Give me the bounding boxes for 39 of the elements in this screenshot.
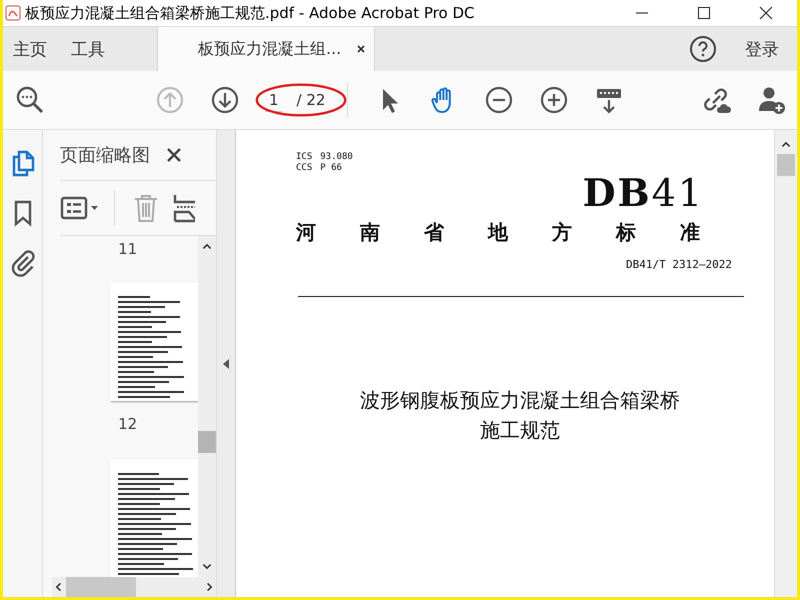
standard-code-mark: DB41: [582, 173, 704, 213]
standard-number: DB41/T 2312—2022: [626, 258, 732, 271]
document-title: 波形钢腹板预应力混凝土组合箱梁桥: [360, 387, 680, 414]
ics-code: 93.080: [320, 152, 353, 162]
page-thumbnail[interactable]: [110, 282, 198, 400]
scrollbar[interactable]: [774, 130, 797, 597]
add-user-icon[interactable]: [757, 85, 787, 115]
help-icon[interactable]: [689, 35, 717, 63]
document-tab[interactable]: 板预应力混凝土组...: [157, 27, 375, 71]
tab-label: 板预应力混凝土组...: [198, 38, 342, 60]
ics-label: ICS: [296, 152, 312, 162]
scroll-thumb[interactable]: [198, 430, 216, 453]
sign-in-button[interactable]: 登录: [745, 27, 797, 71]
zoom-in-icon[interactable]: [539, 85, 570, 115]
page-thumbnail[interactable]: [110, 458, 198, 577]
zoom-out-icon[interactable]: [484, 85, 514, 115]
scroll-thumb[interactable]: [66, 577, 136, 597]
page-count: / 22: [296, 91, 326, 109]
page-label: 11: [118, 240, 138, 258]
nav-tab[interactable]: 工具: [59, 27, 117, 71]
page-number-field[interactable]: 1: [265, 88, 283, 112]
document-title: 施工规范: [480, 417, 560, 444]
window-title: 板预应力混凝土组合箱梁桥施工规范.pdf - Adobe Acrobat Pro DC: [25, 4, 474, 22]
page-label: 12: [118, 414, 138, 432]
close-icon[interactable]: [166, 147, 182, 163]
issuing-authority: 河南省地方标准: [296, 219, 744, 246]
options-menu-icon[interactable]: [60, 196, 100, 220]
nav-tab[interactable]: 主页: [3, 27, 59, 71]
close-icon[interactable]: [356, 44, 366, 54]
panel-title: 页面缩略图: [60, 144, 150, 167]
next-page-icon[interactable]: [210, 85, 240, 115]
scrollbar[interactable]: [198, 236, 216, 577]
page-split-icon[interactable]: [173, 193, 196, 223]
search-icon[interactable]: [15, 85, 45, 115]
scroll-thumb[interactable]: [777, 154, 795, 176]
horizontal-scrollbar[interactable]: [52, 577, 216, 597]
collapse-arrow-icon[interactable]: [222, 358, 230, 370]
ccs-code: P 66: [320, 163, 342, 173]
ccs-label: CCS: [296, 163, 312, 173]
